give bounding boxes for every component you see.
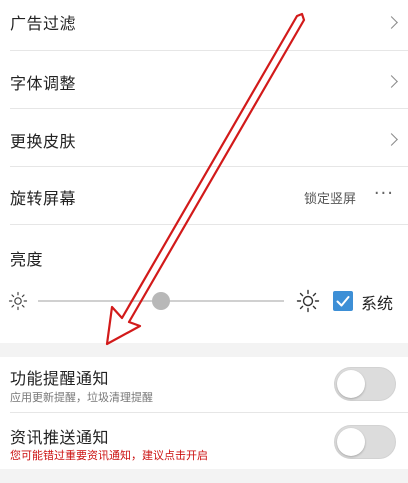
news-notification-title: 资讯推送通知 <box>10 428 110 447</box>
font-adjust-label: 字体调整 <box>10 74 77 93</box>
system-brightness-checkbox[interactable] <box>333 291 353 311</box>
news-notification-subtitle: 您可能错过重要资讯通知，建议点击开启 <box>10 449 208 462</box>
change-skin-row[interactable]: 更换皮肤 <box>0 109 408 166</box>
chevron-right-icon <box>385 133 398 146</box>
system-brightness-label: 系统 <box>361 294 394 313</box>
function-notification-toggle[interactable] <box>334 367 396 401</box>
chevron-right-icon <box>385 16 398 29</box>
toggle-knob <box>337 428 365 456</box>
brightness-slider[interactable] <box>38 292 284 310</box>
bottom-gap <box>0 469 408 483</box>
chevron-right-icon <box>385 75 398 88</box>
brightness-section: 亮度 系统 <box>0 225 408 343</box>
function-notification-title: 功能提醒通知 <box>10 369 110 388</box>
font-adjust-row[interactable]: 字体调整 <box>0 51 408 108</box>
news-notification-toggle[interactable] <box>334 425 396 459</box>
rotate-screen-row[interactable]: 旋转屏幕 锁定竖屏 ··· <box>0 167 408 224</box>
slider-knob[interactable] <box>152 292 170 310</box>
change-skin-label: 更换皮肤 <box>10 132 77 151</box>
ad-filter-row[interactable]: 广告过滤 <box>0 0 408 50</box>
section-gap <box>0 343 408 357</box>
more-options-icon[interactable]: ··· <box>374 183 394 204</box>
function-notification-subtitle: 应用更新提醒，垃圾清理提醒 <box>10 391 153 404</box>
brightness-label: 亮度 <box>10 250 44 269</box>
toggle-knob <box>337 370 365 398</box>
rotate-screen-value: 锁定竖屏 <box>303 192 356 207</box>
function-notification-row[interactable]: 功能提醒通知 应用更新提醒，垃圾清理提醒 <box>0 357 408 412</box>
brightness-low-icon <box>8 291 28 311</box>
rotate-screen-label: 旋转屏幕 <box>10 189 77 208</box>
brightness-high-icon <box>296 289 320 313</box>
news-notification-row[interactable]: 资讯推送通知 您可能错过重要资讯通知，建议点击开启 <box>0 413 408 469</box>
checkmark-icon <box>336 296 350 307</box>
ad-filter-label: 广告过滤 <box>10 14 77 33</box>
